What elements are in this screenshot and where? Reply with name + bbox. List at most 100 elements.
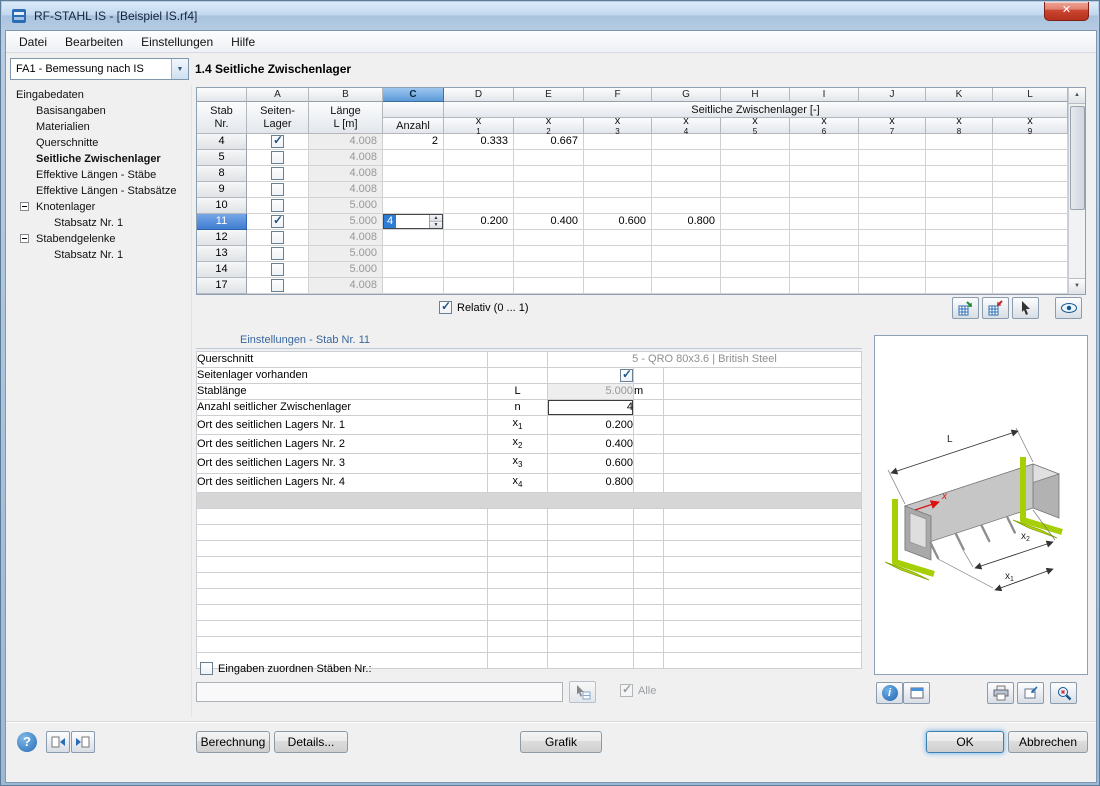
cell-x1[interactable] [444, 166, 514, 182]
nav-item-seitliche-zwischenlager[interactable]: Seitliche Zwischenlager [10, 151, 190, 167]
seitenlager-checkbox[interactable]: ✓ [271, 133, 284, 148]
cell-x3[interactable] [584, 182, 652, 198]
col-header-x8[interactable]: x8 [926, 115, 993, 136]
row-header-4[interactable]: 4 [197, 134, 247, 150]
nav-item-stabsatz-nr-1[interactable]: Stabsatz Nr. 1 [10, 215, 190, 231]
cell-x1[interactable]: 0.200 [444, 214, 514, 230]
settings-value[interactable]: 0.800 [547, 472, 634, 493]
cell-x5[interactable] [721, 198, 790, 214]
cell-x3[interactable] [584, 198, 652, 214]
panel-toggle-button[interactable] [903, 682, 930, 704]
cell-x4[interactable] [652, 262, 721, 278]
col-header-seitenlager[interactable]: Seiten- Lager [247, 102, 309, 134]
cell-x2[interactable] [514, 166, 584, 182]
view-graphic-button[interactable] [1055, 297, 1082, 319]
cell-x6[interactable] [790, 150, 859, 166]
cell-anzahl[interactable]: 2 [383, 134, 444, 150]
cell-anzahl[interactable] [383, 262, 444, 278]
nav-item-stabendgelenke[interactable]: Stabendgelenke [10, 231, 190, 247]
col-header-x6[interactable]: x6 [790, 115, 859, 136]
vertical-scrollbar[interactable]: ▲ ▼ [1068, 88, 1085, 294]
cell-x3[interactable] [584, 246, 652, 262]
cell-x8[interactable] [926, 278, 993, 294]
cell-x9[interactable] [993, 278, 1068, 294]
cell-anzahl[interactable] [383, 150, 444, 166]
cell-anzahl[interactable] [383, 182, 444, 198]
toggle-tables-button[interactable] [71, 731, 95, 753]
nav-item-stabsatz-nr-1[interactable]: Stabsatz Nr. 1 [10, 247, 190, 263]
settings-value[interactable]: 0.200 [547, 414, 634, 436]
cell-anzahl[interactable]: 4 ▲ ▼ [383, 214, 444, 230]
row-header-17[interactable]: 17 [197, 278, 247, 294]
cell-x9[interactable] [993, 230, 1068, 246]
titlebar[interactable]: RF-STAHL IS - [Beispiel IS.rf4] ✕ [2, 2, 1098, 30]
abbrechen-button[interactable]: Abbrechen [1008, 731, 1088, 753]
panel-splitter[interactable] [191, 85, 193, 717]
cell-x1[interactable] [444, 150, 514, 166]
cell-x5[interactable] [721, 278, 790, 294]
col-header-x4[interactable]: x4 [652, 115, 721, 136]
help-button[interactable]: ? [14, 729, 40, 755]
cell-seitenlager[interactable]: ✓ [247, 133, 309, 150]
col-header-x5[interactable]: x5 [721, 115, 790, 136]
cell-seitenlager[interactable] [247, 230, 309, 246]
column-letter-G[interactable]: G [652, 88, 721, 102]
export-table-button[interactable] [952, 297, 979, 319]
cell-x8[interactable] [926, 262, 993, 278]
seitenlager-checkbox[interactable] [271, 247, 284, 260]
cell-seitenlager[interactable] [247, 262, 309, 278]
cell-seitenlager[interactable] [247, 278, 309, 294]
cell-x2[interactable] [514, 278, 584, 294]
col-header-stab[interactable]: Stab Nr. [197, 102, 247, 134]
settings-value[interactable]: 0.600 [547, 453, 634, 474]
cell-x7[interactable] [859, 262, 926, 278]
cell-x1[interactable] [444, 278, 514, 294]
cell-x8[interactable] [926, 166, 993, 182]
row-header-11[interactable]: 11 [197, 214, 247, 230]
cell-seitenlager[interactable] [247, 182, 309, 198]
cell-x6[interactable] [790, 166, 859, 182]
cell-x7[interactable] [859, 214, 926, 230]
import-table-button[interactable] [982, 297, 1009, 319]
cell-x5[interactable] [721, 150, 790, 166]
cell-anzahl[interactable] [383, 278, 444, 294]
cell-x4[interactable]: 0.800 [652, 214, 721, 230]
column-letter-L[interactable]: L [993, 88, 1068, 102]
column-letter-I[interactable]: I [790, 88, 859, 102]
column-letter-F[interactable]: F [584, 88, 652, 102]
scroll-down-icon[interactable]: ▼ [1069, 278, 1085, 294]
cell-x8[interactable] [926, 150, 993, 166]
pick-row-button[interactable] [1012, 297, 1039, 319]
settings-value[interactable]: 0.400 [547, 434, 634, 455]
nav-item-querschnitte[interactable]: Querschnitte [10, 135, 190, 151]
cell-anzahl[interactable] [383, 166, 444, 182]
cell-x1[interactable] [444, 262, 514, 278]
cell-x3[interactable] [584, 230, 652, 246]
cell-x6[interactable] [790, 214, 859, 230]
cell-x5[interactable] [721, 182, 790, 198]
row-header-14[interactable]: 14 [197, 262, 247, 278]
cell-x4[interactable] [652, 182, 721, 198]
col-header-x2[interactable]: x2 [514, 115, 584, 136]
assign-members-input[interactable] [196, 682, 563, 702]
cell-x3[interactable]: 0.600 [584, 214, 652, 230]
cell-x9[interactable] [993, 262, 1068, 278]
spinner-up-icon[interactable]: ▲ [430, 215, 442, 222]
cell-x6[interactable] [790, 278, 859, 294]
cell-x3[interactable] [584, 166, 652, 182]
cell-x2[interactable] [514, 150, 584, 166]
menu-einstellungen[interactable]: Einstellungen [132, 33, 222, 51]
column-letter-D[interactable]: D [444, 88, 514, 102]
cell-x2[interactable] [514, 246, 584, 262]
cell-seitenlager[interactable] [247, 198, 309, 214]
relativ-checkbox[interactable]: ✓ [439, 299, 452, 314]
member-graphic-panel[interactable]: L x x2 x1 [874, 335, 1088, 675]
cell-x2[interactable]: 0.667 [514, 134, 584, 150]
column-letter-A[interactable]: A [247, 88, 309, 102]
menu-bearbeiten[interactable]: Bearbeiten [56, 33, 132, 51]
design-case-dropdown[interactable]: FA1 - Bemessung nach IS ▼ [10, 58, 189, 80]
cell-x9[interactable] [993, 150, 1068, 166]
row-header-9[interactable]: 9 [197, 182, 247, 198]
row-header-12[interactable]: 12 [197, 230, 247, 246]
column-letter-J[interactable]: J [859, 88, 926, 102]
